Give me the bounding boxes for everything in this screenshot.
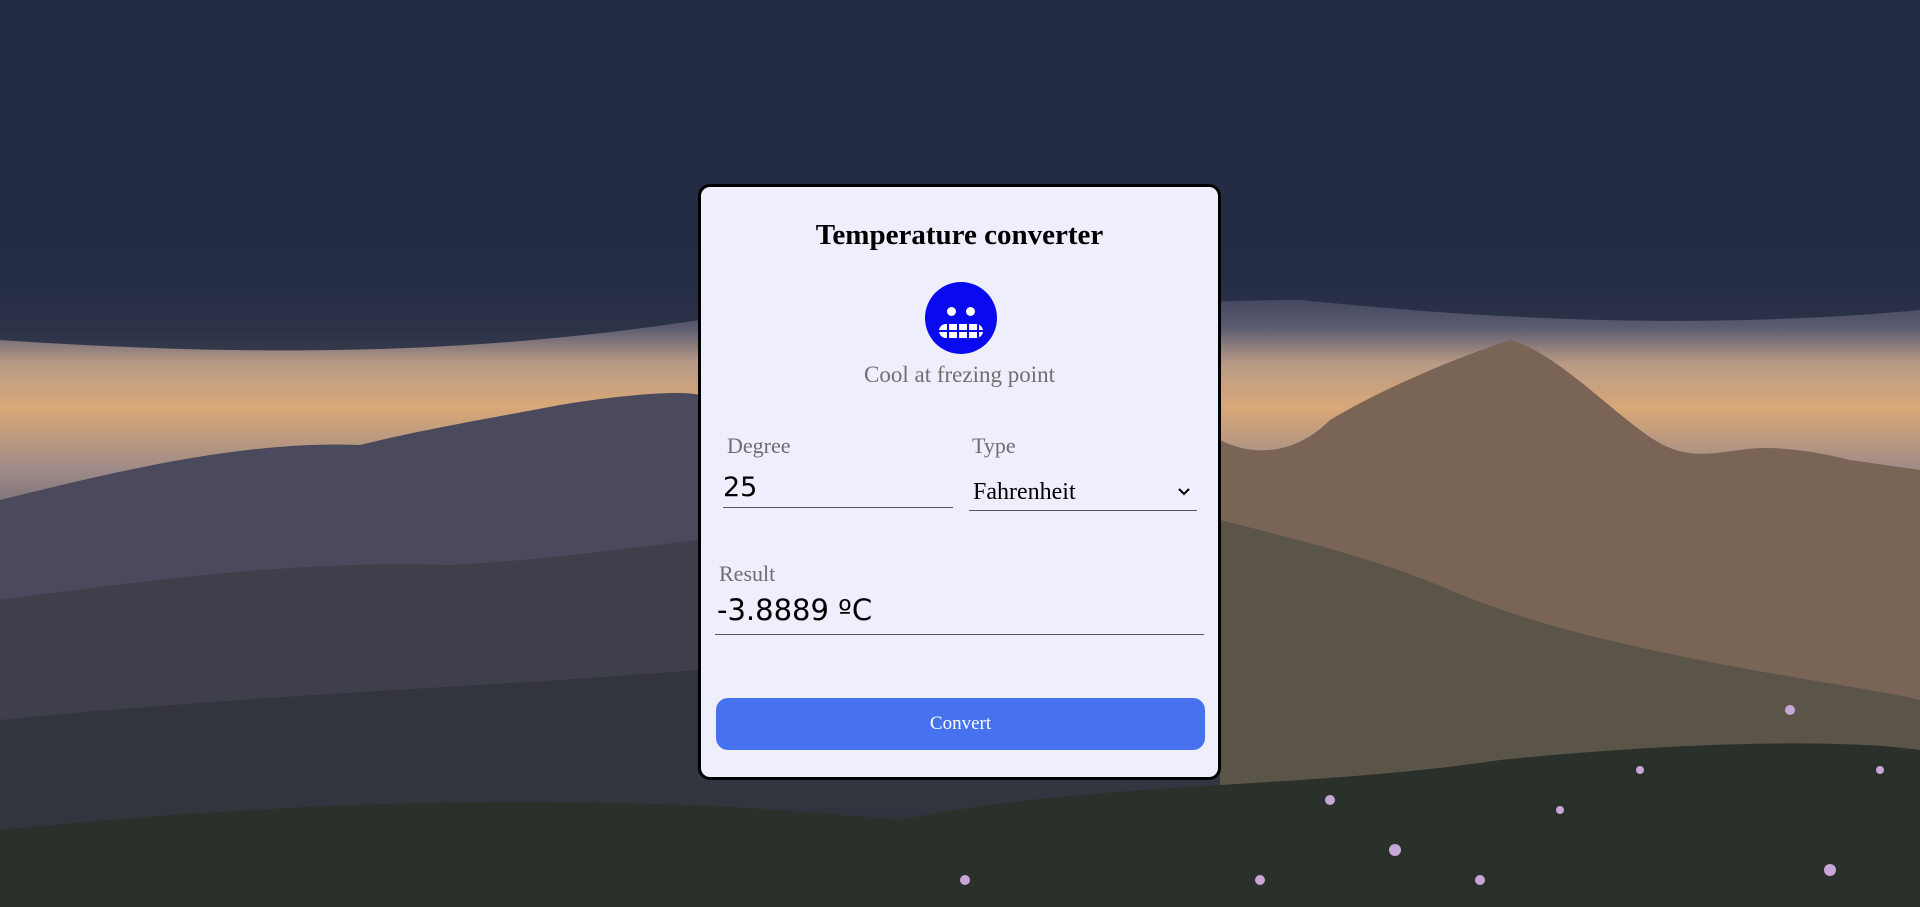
type-label: Type — [972, 433, 1016, 458]
page-title: Temperature converter — [815, 219, 1104, 251]
result-value: -3.8889 ºC — [715, 593, 1204, 635]
degree-label: Degree — [727, 433, 791, 458]
type-selected-value: Fahrenheit — [973, 479, 1076, 505]
result-label: Result — [719, 561, 776, 586]
face-left-eye — [947, 307, 956, 316]
convert-button[interactable]: Convert — [716, 698, 1205, 750]
degree-input[interactable] — [723, 468, 953, 508]
type-select[interactable]: Fahrenheit — [969, 473, 1197, 511]
status-text: Cool at frezing point — [864, 362, 1055, 387]
chevron-down-icon — [1178, 488, 1190, 496]
face-right-eye — [966, 307, 975, 316]
face-teeth — [939, 324, 983, 338]
grimace-face-icon — [925, 282, 997, 354]
converter-card: Temperature converter Cool at frezing po… — [698, 184, 1221, 780]
